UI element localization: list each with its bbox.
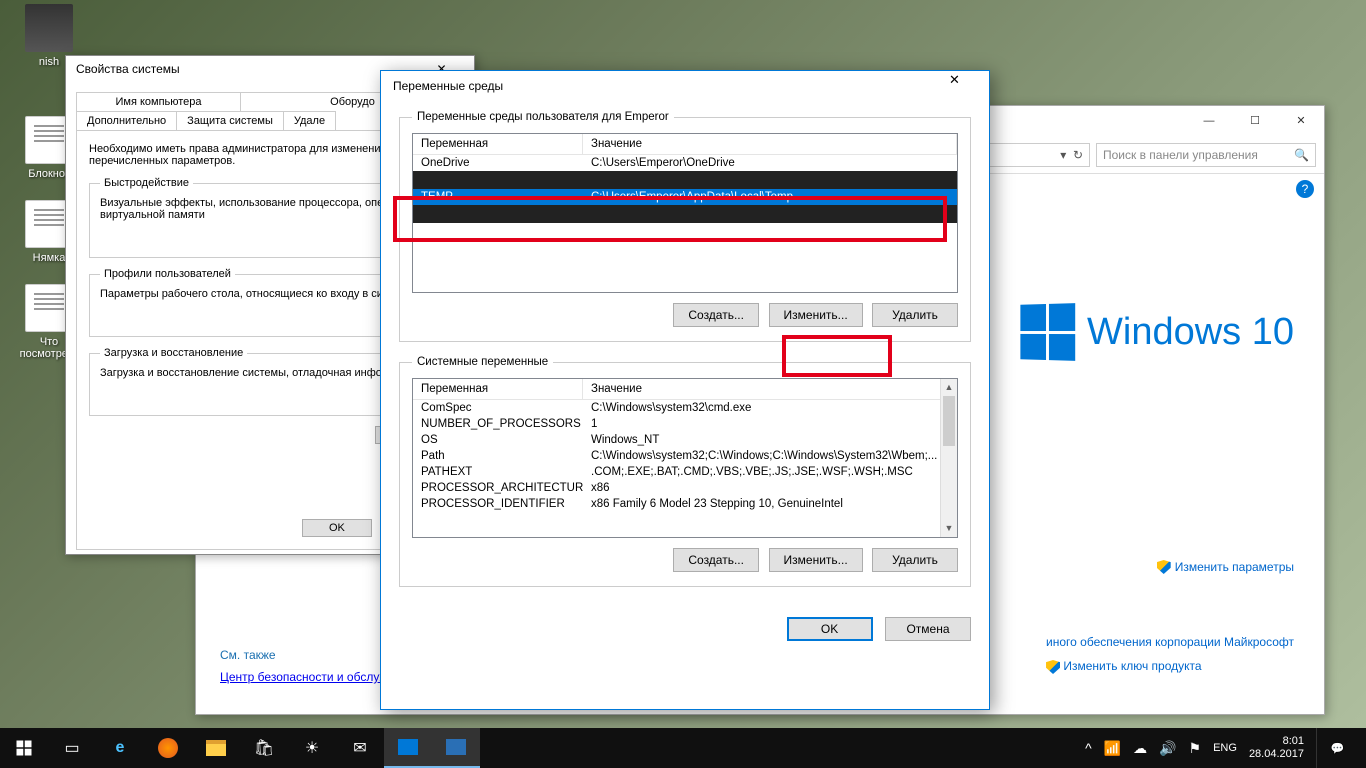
windows-logo-icon — [1020, 303, 1075, 361]
system-properties-icon[interactable] — [432, 728, 480, 768]
ok-button[interactable]: OK — [302, 519, 372, 537]
weather-icon[interactable]: ☀ — [288, 728, 336, 768]
taskview-button[interactable]: ▭ — [48, 728, 96, 768]
control-panel-icon[interactable] — [384, 728, 432, 768]
onedrive-icon[interactable]: ☁ — [1133, 740, 1147, 757]
table-row[interactable]: TEMPC:\Users\Emperor\AppData\Local\Temp — [413, 189, 957, 205]
tray-chevron-icon[interactable]: ^ — [1085, 740, 1092, 756]
delete-user-var-button[interactable]: Удалить — [872, 303, 958, 327]
col-value[interactable]: Значение — [583, 379, 957, 399]
tab-advanced[interactable]: Дополнительно — [76, 111, 177, 130]
table-row[interactable]: NUMBER_OF_PROCESSORS1 — [413, 416, 957, 432]
close-button[interactable]: ✕ — [932, 71, 977, 101]
table-row[interactable] — [413, 171, 957, 189]
sys-vars-buttons: Создать... Изменить... Удалить — [412, 548, 958, 572]
table-row[interactable]: ComSpecC:\Windows\system32\cmd.exe — [413, 400, 957, 416]
store-icon[interactable]: 🛍 — [240, 728, 288, 768]
link-software[interactable]: иного обеспечения корпорации Майкрософт — [1046, 635, 1294, 649]
tab-remote[interactable]: Удале — [283, 111, 336, 130]
scrollbar[interactable]: ▲ ▼ — [940, 379, 957, 537]
table-header: Переменная Значение — [413, 379, 957, 400]
windows-brand: Windows 10 — [1019, 304, 1294, 360]
action-icon[interactable]: ⚑ — [1189, 740, 1202, 757]
edit-sys-var-button[interactable]: Изменить... — [769, 548, 863, 572]
mail-icon[interactable]: ✉ — [336, 728, 384, 768]
refresh-icon[interactable]: ↻ — [1073, 148, 1083, 162]
delete-sys-var-button[interactable]: Удалить — [872, 548, 958, 572]
table-row[interactable]: PROCESSOR_ARCHITECTUREx86 — [413, 480, 957, 496]
env-title: Переменные среды — [393, 79, 503, 93]
edit-user-var-button[interactable]: Изменить... — [769, 303, 863, 327]
col-variable[interactable]: Переменная — [413, 379, 583, 399]
ok-button[interactable]: OK — [787, 617, 873, 641]
volume-icon[interactable]: 🔊 — [1159, 740, 1176, 757]
start-button[interactable] — [0, 728, 48, 768]
env-main-buttons: OK Отмена — [381, 611, 989, 655]
minimize-button[interactable]: — — [1186, 106, 1232, 136]
table-header: Переменная Значение — [413, 134, 957, 155]
link-change-params[interactable]: Изменить параметры — [1157, 560, 1294, 574]
scroll-thumb[interactable] — [943, 396, 955, 446]
user-vars-buttons: Создать... Изменить... Удалить — [412, 303, 958, 327]
table-row[interactable]: PROCESSOR_IDENTIFIERx86 Family 6 Model 2… — [413, 496, 957, 512]
col-variable[interactable]: Переменная — [413, 134, 583, 154]
cancel-button[interactable]: Отмена — [885, 617, 971, 641]
user-vars-group: Переменные среды пользователя для Empero… — [399, 111, 971, 342]
maximize-button[interactable]: ☐ — [1232, 106, 1278, 136]
new-user-var-button[interactable]: Создать... — [673, 303, 759, 327]
shield-icon — [1157, 560, 1171, 574]
system-tray: ^ 📶 ☁ 🔊 ⚑ ENG 8:01 28.04.2017 💬 — [1085, 728, 1366, 768]
network-icon[interactable]: 📶 — [1104, 740, 1121, 757]
search-icon: 🔍 — [1294, 148, 1309, 162]
language-indicator[interactable]: ENG — [1213, 742, 1237, 754]
firefox-icon[interactable] — [144, 728, 192, 768]
cp-links: Изменить параметры — [1157, 554, 1294, 577]
tab-computer-name[interactable]: Имя компьютера — [76, 92, 241, 111]
scroll-up-icon[interactable]: ▲ — [941, 379, 957, 396]
table-row[interactable]: PATHEXT.COM;.EXE;.BAT;.CMD;.VBS;.VBE;.JS… — [413, 464, 957, 480]
help-icon[interactable]: ? — [1296, 180, 1314, 198]
table-row[interactable]: OneDriveC:\Users\Emperor\OneDrive — [413, 155, 957, 171]
env-titlebar[interactable]: Переменные среды ✕ — [381, 71, 989, 101]
search-input[interactable]: Поиск в панели управления🔍 — [1096, 143, 1316, 167]
explorer-icon[interactable] — [192, 728, 240, 768]
shield-icon — [1046, 660, 1060, 674]
notification-button[interactable]: 💬 — [1316, 728, 1358, 768]
cp-bottom-links: иного обеспечения корпорации Майкрософт … — [1046, 635, 1294, 674]
clock[interactable]: 8:01 28.04.2017 — [1249, 735, 1304, 761]
taskbar: ▭ e 🛍 ☀ ✉ ^ 📶 ☁ 🔊 ⚑ ENG 8:01 28.04.2017 … — [0, 728, 1366, 768]
table-row[interactable]: PathC:\Windows\system32;C:\Windows;C:\Wi… — [413, 448, 957, 464]
edge-icon[interactable]: e — [96, 728, 144, 768]
close-button[interactable]: ✕ — [1278, 106, 1324, 136]
sysprops-title: Свойства системы — [76, 62, 180, 79]
col-value[interactable]: Значение — [583, 134, 957, 154]
link-change-key[interactable]: Изменить ключ продукта — [1046, 659, 1202, 673]
user-vars-table[interactable]: Переменная Значение OneDriveC:\Users\Emp… — [412, 133, 958, 293]
sys-vars-group: Системные переменные Переменная Значение… — [399, 356, 971, 587]
scroll-down-icon[interactable]: ▼ — [941, 520, 957, 537]
env-vars-dialog: Переменные среды ✕ Переменные среды поль… — [380, 70, 990, 710]
table-row[interactable] — [413, 205, 957, 223]
table-row[interactable]: OSWindows_NT — [413, 432, 957, 448]
new-sys-var-button[interactable]: Создать... — [673, 548, 759, 572]
tab-protection[interactable]: Защита системы — [176, 111, 284, 130]
sys-vars-table[interactable]: Переменная Значение ComSpecC:\Windows\sy… — [412, 378, 958, 538]
